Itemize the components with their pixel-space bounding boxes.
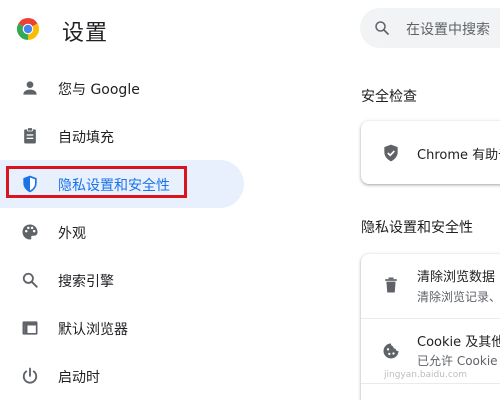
sidebar-item-label: 外观 xyxy=(58,226,86,242)
search-icon xyxy=(375,21,389,35)
trash-icon xyxy=(385,277,397,293)
safety-check-title: 安全检查 xyxy=(361,89,417,105)
safety-check-description: Chrome 有助于 xyxy=(417,148,500,163)
sidebar-item-label: 默认浏览器 xyxy=(58,322,128,338)
clear-browsing-data-row[interactable]: 清除浏览数据 清除浏览记录、 xyxy=(361,254,500,318)
chrome-settings-window: 设置 在设置中搜索 您与 Google 自动填充 隐私设置和安全性 外观 搜索引… xyxy=(0,0,500,400)
search-icon xyxy=(22,272,38,288)
sidebar-item-label: 自动填充 xyxy=(58,130,114,146)
sidebar-item-label: 您与 Google xyxy=(58,82,140,98)
red-highlight-annotation xyxy=(6,166,187,198)
cookies-title: Cookie 及其他 xyxy=(417,335,500,350)
sidebar-item-search-engine[interactable]: 搜索引擎 xyxy=(0,256,244,304)
person-icon xyxy=(23,81,37,95)
sidebar-item-default-browser[interactable]: 默认浏览器 xyxy=(0,304,244,352)
cookie-icon xyxy=(383,343,399,359)
sidebar-item-you-and-google[interactable]: 您与 Google xyxy=(0,64,244,112)
power-icon xyxy=(22,367,38,384)
watermark: jingyan.baidu.com xyxy=(384,370,468,380)
browser-window-icon xyxy=(22,321,38,335)
page-title: 设置 xyxy=(62,21,109,46)
clear-browsing-data-title: 清除浏览数据 xyxy=(417,270,496,285)
privacy-section-title: 隐私设置和安全性 xyxy=(361,220,473,236)
clear-browsing-data-subtitle: 清除浏览记录、 xyxy=(417,290,500,304)
safety-check-card: Chrome 有助于 xyxy=(361,121,500,184)
sidebar-item-on-startup[interactable]: 启动时 xyxy=(0,352,244,400)
shield-check-icon xyxy=(384,144,398,162)
row-divider xyxy=(361,383,500,384)
sidebar-item-appearance[interactable]: 外观 xyxy=(0,208,244,256)
clipboard-icon xyxy=(24,127,36,144)
safety-check-row[interactable]: Chrome 有助于 xyxy=(361,121,500,184)
search-input-placeholder[interactable]: 在设置中搜索 xyxy=(406,19,490,39)
cookies-subtitle: 已允许 Cookie xyxy=(417,354,498,368)
palette-icon xyxy=(22,224,38,240)
sidebar-item-autofill[interactable]: 自动填充 xyxy=(0,112,244,160)
settings-search-box[interactable]: 在设置中搜索 xyxy=(360,8,500,48)
sidebar-item-label: 启动时 xyxy=(58,370,100,386)
chrome-logo-icon xyxy=(16,18,40,40)
sidebar-item-label: 搜索引擎 xyxy=(58,274,114,290)
